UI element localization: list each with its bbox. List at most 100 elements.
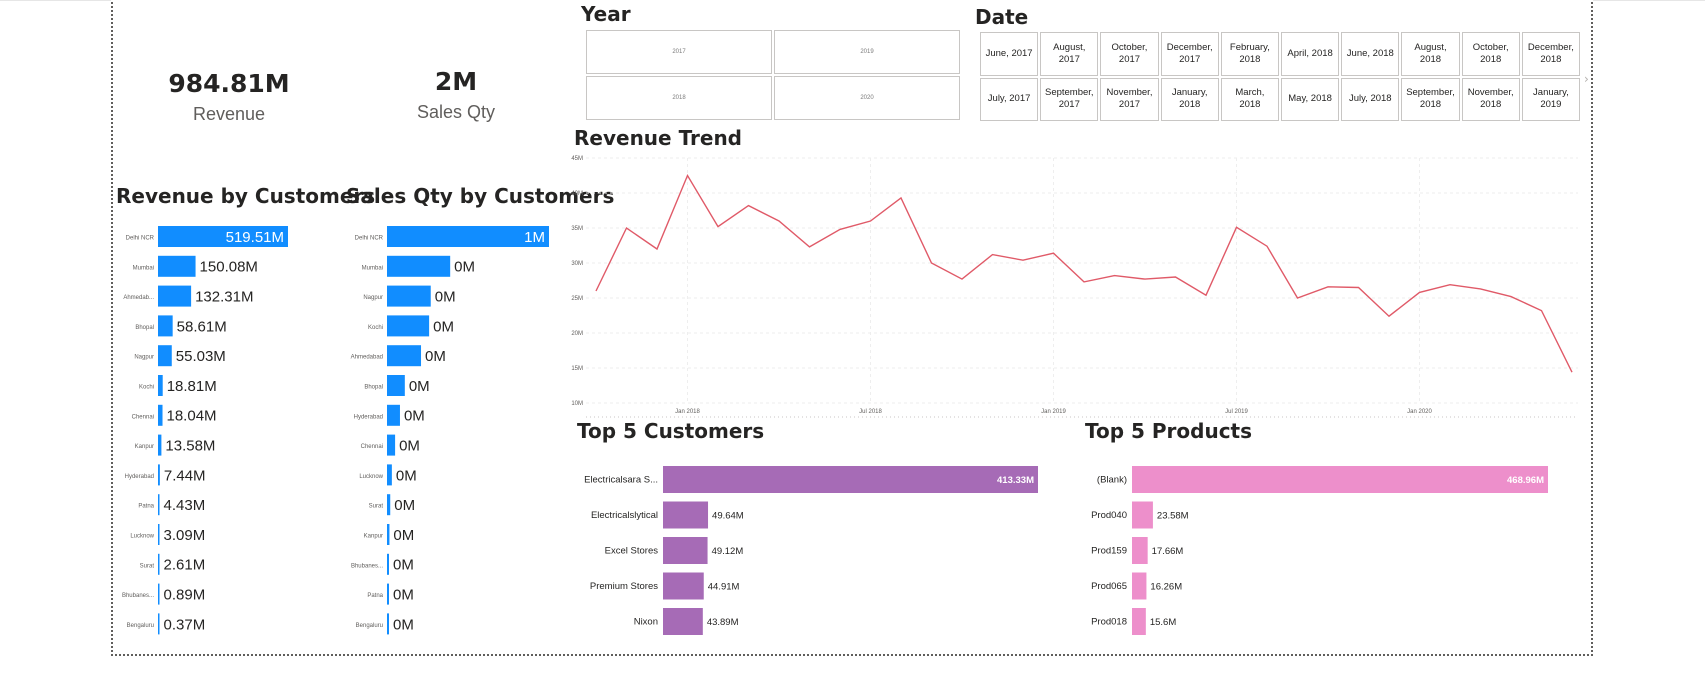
data-label: 44.91M [708,581,740,592]
bar[interactable] [158,553,160,575]
date-option[interactable]: June, 2018 [1341,32,1400,76]
date-option[interactable]: February, 2018 [1220,32,1279,76]
data-label: 413.33M [997,475,1034,486]
bar[interactable] [158,613,160,635]
date-option[interactable]: September, 2017 [1040,77,1099,121]
data-label: 16.26M [1150,581,1182,592]
year-option[interactable]: 2020 [774,76,960,120]
category-label: Bhubanes... [122,593,154,599]
data-label: 0.37M [164,616,206,633]
data-label: 0M [433,318,454,335]
revenue-series-line[interactable] [595,173,1573,373]
date-option[interactable]: October, 2018 [1461,32,1520,76]
date-option[interactable]: November, 2017 [1100,77,1159,121]
bar[interactable] [663,572,704,600]
chevron-right-icon[interactable]: › [1584,72,1589,86]
data-label: 18.81M [167,378,217,395]
sales-qty-by-customers-chart[interactable]: Delhi NCR 1M Mumbai 0M Nagpur 0M Kochi 0M Ahmeda… [350,222,565,642]
bar[interactable] [158,434,162,456]
bar[interactable] [663,537,708,564]
sales-qty-card[interactable]: 2M Sales Qty [406,68,506,123]
year-option[interactable]: 2017 [586,30,772,74]
bar[interactable] [158,255,196,277]
category-label: Nagpur [134,355,154,361]
x-tick-label: Jul 2018 [859,409,882,415]
category-label: Delhi NCR [126,236,155,242]
data-label: 3.09M [164,527,206,544]
category-label: Excel Stores [605,546,659,557]
bar[interactable] [158,524,160,545]
bar[interactable] [1132,501,1153,529]
category-label: Delhi NCR [355,236,384,242]
bar[interactable] [1132,608,1146,635]
revenue-card[interactable]: 984.81M Revenue [168,70,290,125]
bar[interactable] [663,501,709,529]
bar[interactable] [158,315,173,337]
top5-customers-chart[interactable]: Electricalsara S... 413.33M Electricalslyt… [577,458,1047,648]
category-label: Electricalsara S... [584,475,658,486]
date-option[interactable]: December, 2018 [1521,32,1580,76]
date-option[interactable]: July, 2018 [1341,77,1400,121]
bar[interactable] [158,345,172,367]
y-tick-label: 45M [571,156,583,162]
date-option[interactable]: June, 2017 [980,32,1039,76]
bar[interactable] [387,464,392,486]
date-option[interactable]: January, 2018 [1160,77,1219,121]
date-option[interactable]: November, 2018 [1461,77,1520,121]
data-label: 58.61M [177,318,227,335]
data-label: 13.58M [165,438,215,455]
bar[interactable] [387,613,389,635]
year-option[interactable]: 2018 [586,76,772,120]
bar[interactable] [1132,537,1148,564]
bar[interactable] [387,524,390,545]
bar[interactable] [663,608,703,635]
data-label: 0M [393,587,414,604]
bar[interactable] [387,434,396,456]
category-label: Ahmedabad [351,355,383,361]
bar[interactable] [387,583,389,605]
year-option[interactable]: 2019 [774,30,960,74]
x-tick-label: Jul 2019 [1225,409,1248,415]
bar[interactable] [387,553,389,575]
date-option[interactable]: August, 2017 [1040,32,1099,76]
date-option[interactable]: October, 2017 [1100,32,1159,76]
bar[interactable] [158,464,160,486]
data-label: 0M [396,467,417,484]
date-option[interactable]: December, 2017 [1160,32,1219,76]
bar[interactable] [387,404,400,426]
revenue-by-customers-chart[interactable]: Delhi NCR 519.51M Mumbai 150.08M Ahmedab... 1… [120,222,335,642]
revenue-trend-title: Revenue Trend [574,126,742,150]
bar[interactable] [387,494,391,516]
x-tick-label: Jan 2020 [1407,409,1432,415]
bar[interactable] [158,583,160,605]
bar[interactable] [1132,572,1147,600]
bar[interactable] [387,255,451,277]
bar[interactable] [387,375,405,396]
category-label: Electricalslytical [591,510,658,521]
bar[interactable] [158,494,160,516]
category-label: Chennai [361,444,383,450]
data-label: 468.96M [1507,475,1544,486]
date-option[interactable]: April, 2018 [1281,32,1340,76]
date-option[interactable]: September, 2018 [1401,77,1460,121]
date-option[interactable]: July, 2017 [980,77,1039,121]
date-option[interactable]: January, 2019 [1521,77,1580,121]
top5-products-chart[interactable]: (Blank) 468.96M Prod040 23.58M Prod159 17.66M… [1085,458,1575,648]
category-label: Nagpur [363,295,383,301]
bar[interactable] [387,315,430,337]
bar[interactable] [663,466,1038,493]
date-slicer: June, 2017 August, 2017 October, 2017 Decem… [980,32,1580,121]
bar[interactable] [1132,466,1548,493]
bar[interactable] [158,375,163,396]
data-label: 1M [524,229,545,246]
bar[interactable] [387,285,431,307]
date-option[interactable]: March, 2018 [1220,77,1279,121]
bar[interactable] [158,404,163,426]
date-option[interactable]: May, 2018 [1281,77,1340,121]
revenue-trend-chart[interactable]: 10M 15M 20M 25M 30M 35M 40M 45M Jan 2018 Jul 2018… [570,150,1585,420]
y-tick-label: 10M [571,401,583,407]
bar[interactable] [387,345,422,367]
bar[interactable] [158,285,192,307]
date-option[interactable]: August, 2018 [1401,32,1460,76]
data-label: 0M [435,289,456,306]
